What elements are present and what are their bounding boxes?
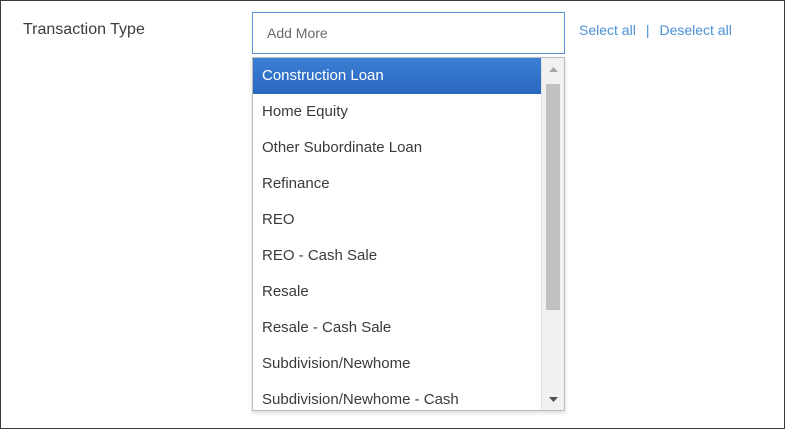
dropdown-option[interactable]: Other Subordinate Loan — [253, 130, 543, 166]
dropdown-options: Construction Loan Home Equity Other Subo… — [253, 58, 543, 410]
dropdown-option[interactable]: Subdivision/Newhome - Cash — [253, 382, 543, 410]
scroll-up-icon[interactable] — [542, 60, 564, 78]
scroll-down-icon[interactable] — [542, 390, 564, 408]
dropdown-scrollbar[interactable] — [541, 58, 564, 410]
deselect-all-link[interactable]: Deselect all — [659, 22, 731, 38]
transaction-type-dropdown[interactable]: Construction Loan Home Equity Other Subo… — [252, 57, 565, 411]
select-all-link[interactable]: Select all — [579, 22, 636, 38]
dropdown-option[interactable]: REO — [253, 202, 543, 238]
dropdown-option[interactable]: Home Equity — [253, 94, 543, 130]
field-label: Transaction Type — [23, 21, 145, 38]
link-separator: | — [645, 22, 650, 38]
filter-panel: Transaction Type Select all | Deselect all… — [0, 0, 785, 429]
dropdown-option[interactable]: Refinance — [253, 166, 543, 202]
selection-links: Select all | Deselect all — [579, 22, 732, 38]
dropdown-option[interactable]: REO - Cash Sale — [253, 238, 543, 274]
dropdown-option[interactable]: Resale - Cash Sale — [253, 310, 543, 346]
scrollbar-thumb[interactable] — [546, 84, 560, 310]
dropdown-option[interactable]: Resale — [253, 274, 543, 310]
transaction-type-combobox[interactable] — [252, 12, 565, 54]
dropdown-option[interactable]: Subdivision/Newhome — [253, 346, 543, 382]
add-more-input[interactable] — [253, 13, 564, 53]
dropdown-option[interactable]: Construction Loan — [253, 58, 543, 94]
